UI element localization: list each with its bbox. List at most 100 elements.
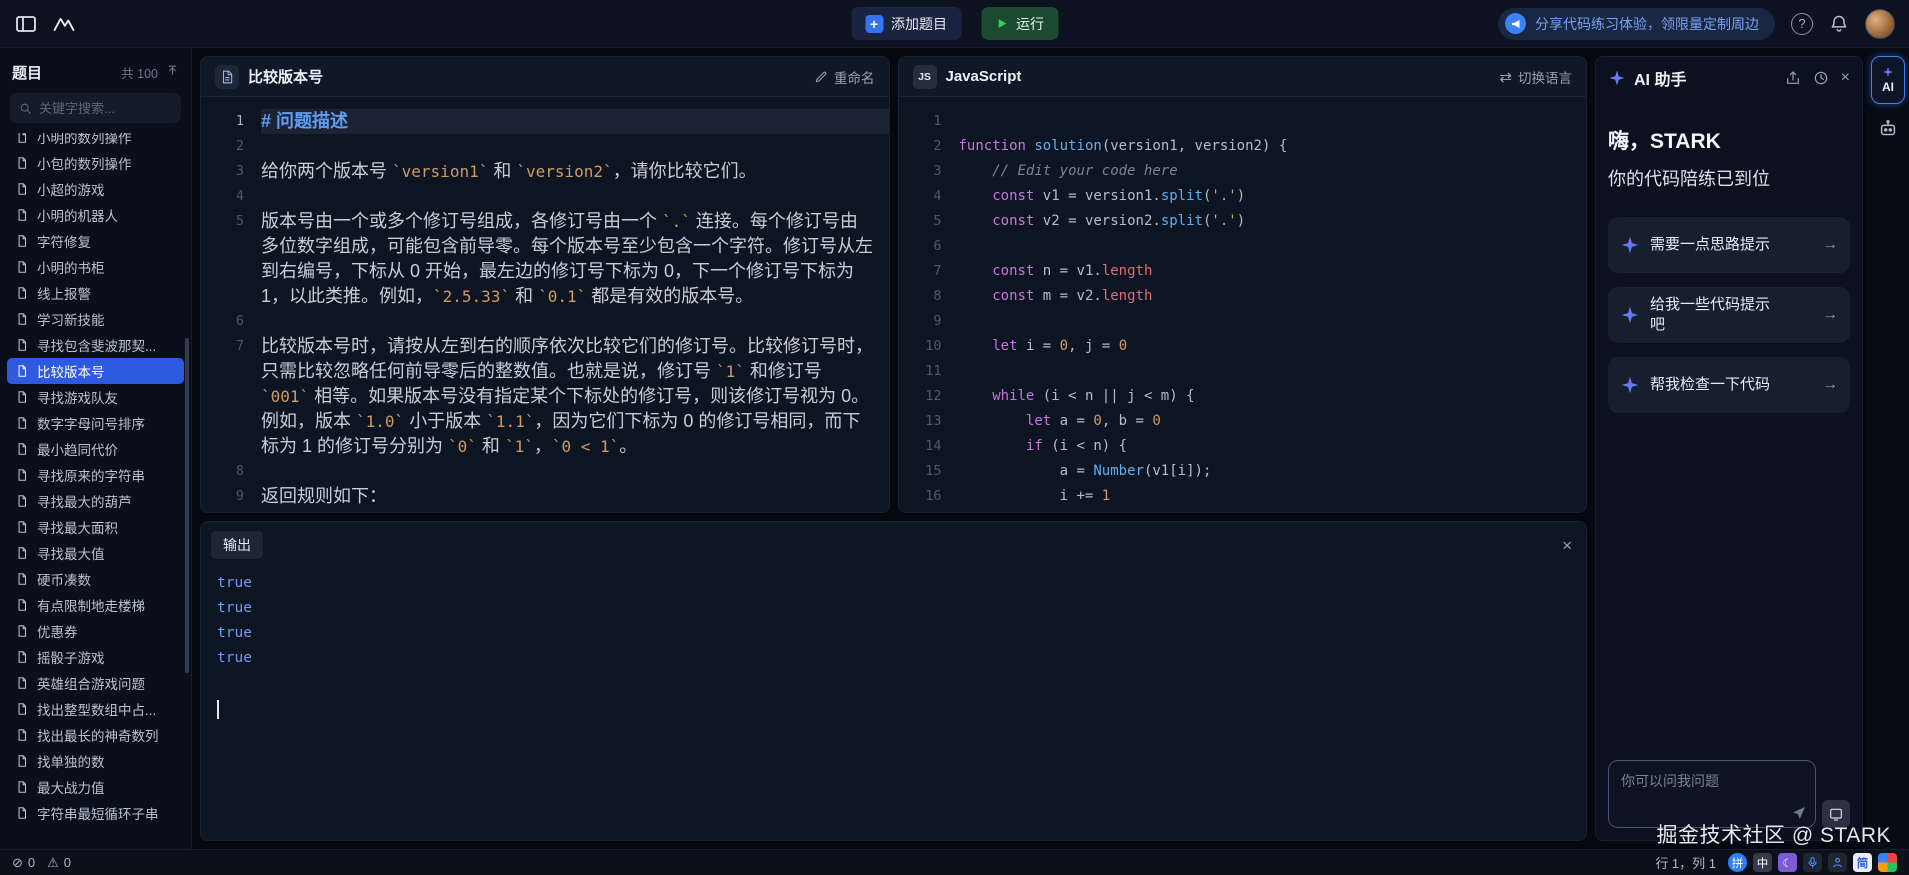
sidebar-item[interactable]: 小超的游戏: [7, 176, 184, 202]
sidebar-item[interactable]: 比较版本号: [7, 358, 184, 384]
sidebar-item[interactable]: 英雄组合游戏问题: [7, 670, 184, 696]
markdown-line-content[interactable]: 比较版本号时，请按从左到右的顺序依次比较它们的修订号。比较修订号时，只需比较忽略…: [261, 334, 889, 459]
line-number: 7: [933, 263, 942, 279]
ai-assistant-button[interactable]: AI: [1871, 56, 1905, 104]
ime-contacts[interactable]: [1828, 853, 1847, 872]
markdown-line-content[interactable]: 返回规则如下：: [261, 484, 889, 509]
ime-simplified[interactable]: 简: [1853, 853, 1872, 872]
markdown-line-content[interactable]: # 问题描述: [261, 109, 889, 134]
sidebar-item[interactable]: 寻找原来的字符串: [7, 462, 184, 488]
sidebar-item[interactable]: 寻找包含斐波那契...: [7, 332, 184, 358]
bell-icon[interactable]: [1829, 14, 1849, 34]
code-line-content[interactable]: [959, 109, 1587, 134]
ai-suggestion-button[interactable]: 给我一些代码提示吧 →: [1608, 287, 1850, 343]
promo-banner[interactable]: 分享代码练习体验，领限量定制周边: [1498, 7, 1775, 40]
sidebar-item[interactable]: 找出最长的神奇数列: [7, 722, 184, 748]
markdown-line-content[interactable]: [261, 134, 889, 159]
sidebar-item[interactable]: 小明的数列操作: [7, 133, 184, 150]
sidebar-item[interactable]: 线上报警: [7, 280, 184, 306]
help-icon[interactable]: ?: [1791, 12, 1813, 35]
sidebar-item[interactable]: 小明的机器人: [7, 202, 184, 228]
sidebar-item[interactable]: 字符串最短循环子串: [7, 800, 184, 826]
line-number: 13: [925, 413, 942, 429]
document-icon: [15, 572, 29, 586]
send-icon[interactable]: [1791, 805, 1807, 821]
close-icon[interactable]: ×: [1841, 70, 1850, 86]
document-icon: [15, 442, 29, 456]
code-line-content[interactable]: i += 1: [959, 484, 1587, 509]
code-line-content[interactable]: [959, 234, 1587, 259]
warnings-indicator[interactable]: ⚠ 0: [47, 855, 71, 871]
sidebar-item[interactable]: 找单独的数: [7, 748, 184, 774]
markdown-line-content[interactable]: [261, 184, 889, 209]
sidebar-toggle-icon[interactable]: [14, 12, 38, 36]
sidebar-item[interactable]: 寻找最大的葫芦: [7, 488, 184, 514]
search-input[interactable]: [39, 100, 172, 116]
ime-pinyin[interactable]: 拼: [1728, 853, 1747, 872]
close-icon[interactable]: ×: [1562, 537, 1572, 554]
sidebar-item[interactable]: 找出整型数组中占...: [7, 696, 184, 722]
code-line-content[interactable]: if (i < n) {: [959, 434, 1587, 459]
markdown-editor[interactable]: 1 # 问题描述 2 3 给你两个版本号 `version1` 和 `version2`…: [201, 97, 889, 512]
code-line-content[interactable]: while (i < n || j < m) {: [959, 384, 1587, 409]
markdown-line-content[interactable]: [261, 459, 889, 484]
sidebar-item[interactable]: 小包的数列操作: [7, 150, 184, 176]
code-line-content[interactable]: [959, 309, 1587, 334]
sidebar-item[interactable]: 学习新技能: [7, 306, 184, 332]
run-button[interactable]: 运行: [981, 7, 1058, 40]
chat-input-box[interactable]: [1608, 760, 1816, 828]
sidebar-item[interactable]: 数字字母问号排序: [7, 410, 184, 436]
sidebar-item[interactable]: 有点限制地走楼梯: [7, 592, 184, 618]
arrow-right-icon: →: [1822, 306, 1838, 323]
sidebar-scrollbar[interactable]: [185, 338, 189, 673]
code-line-content[interactable]: const v2 = version2.split('.'): [959, 209, 1587, 234]
markdown-line-content[interactable]: 版本号由一个或多个修订号组成，各修订号由一个 `.` 连接。每个修订号由多位数字…: [261, 209, 889, 309]
code-line-content[interactable]: const n = v1.length: [959, 259, 1587, 284]
sidebar-item[interactable]: 优惠券: [7, 618, 184, 644]
sidebar-item[interactable]: 最大战力值: [7, 774, 184, 800]
share-icon[interactable]: [1785, 70, 1801, 86]
logo-icon[interactable]: [52, 12, 76, 36]
ai-suggestion-button[interactable]: 帮我检查一下代码 →: [1608, 357, 1850, 413]
markdown-line-content[interactable]: 给你两个版本号 `version1` 和 `version2`，请你比较它们。: [261, 159, 889, 184]
add-problem-button[interactable]: + 添加题目: [851, 7, 961, 40]
code-editor[interactable]: 1 2 function solution(version1, version2) …: [899, 97, 1587, 512]
history-icon[interactable]: [1813, 70, 1829, 86]
sidebar-item[interactable]: 摇骰子游戏: [7, 644, 184, 670]
code-line-content[interactable]: function solution(version1, version2) {: [959, 134, 1587, 159]
ime-mic[interactable]: [1803, 853, 1822, 872]
sidebar-item[interactable]: 小明的书柜: [7, 254, 184, 280]
cursor-position[interactable]: 行 1，列 1: [1655, 853, 1716, 872]
sidebar-item[interactable]: 最小趋同代价: [7, 436, 184, 462]
code-line-content[interactable]: [959, 359, 1587, 384]
code-line-content[interactable]: // Edit your code here: [959, 159, 1587, 184]
switch-language-button[interactable]: ⇄ 切换语言: [1499, 67, 1572, 87]
sidebar-item[interactable]: 硬币凑数: [7, 566, 184, 592]
output-tab[interactable]: 输出: [211, 531, 263, 560]
ai-suggestion-button[interactable]: 需要一点思路提示 →: [1608, 217, 1850, 273]
code-line-content[interactable]: const m = v2.length: [959, 284, 1587, 309]
collapse-sidebar-icon[interactable]: [166, 64, 179, 82]
code-line-content[interactable]: const v1 = version1.split('.'): [959, 184, 1587, 209]
assistant-robot-button[interactable]: [1875, 116, 1901, 142]
output-console[interactable]: true true true true: [201, 565, 1586, 725]
search-box[interactable]: [10, 93, 181, 123]
avatar[interactable]: [1865, 8, 1895, 39]
rename-button[interactable]: 重命名: [814, 67, 875, 87]
main-body: 题目 共 100 小明的数列操作小包的数列操作小超的游戏小明的机器人字符修复小明…: [0, 48, 1909, 849]
markdown-line-content[interactable]: [261, 309, 889, 334]
sidebar-item[interactable]: 字符修复: [7, 228, 184, 254]
open-chat-window-button[interactable]: [1822, 800, 1850, 828]
ime-fullwidth-moon[interactable]: ☾: [1778, 853, 1797, 872]
sidebar-item[interactable]: 寻找最大值: [7, 540, 184, 566]
ime-toolbox[interactable]: [1878, 853, 1897, 872]
sidebar-item[interactable]: 寻找最大面积: [7, 514, 184, 540]
sidebar-item[interactable]: 寻找游戏队友: [7, 384, 184, 410]
code-line-content[interactable]: let a = 0, b = 0: [959, 409, 1587, 434]
sidebar-item-label: 小明的书柜: [37, 261, 105, 276]
chat-input[interactable]: [1609, 761, 1815, 827]
errors-indicator[interactable]: ⊘ 0: [12, 855, 35, 871]
code-line-content[interactable]: let i = 0, j = 0: [959, 334, 1587, 359]
code-line-content[interactable]: a = Number(v1[i]);: [959, 459, 1587, 484]
ime-chinese-mode[interactable]: 中: [1753, 853, 1772, 872]
